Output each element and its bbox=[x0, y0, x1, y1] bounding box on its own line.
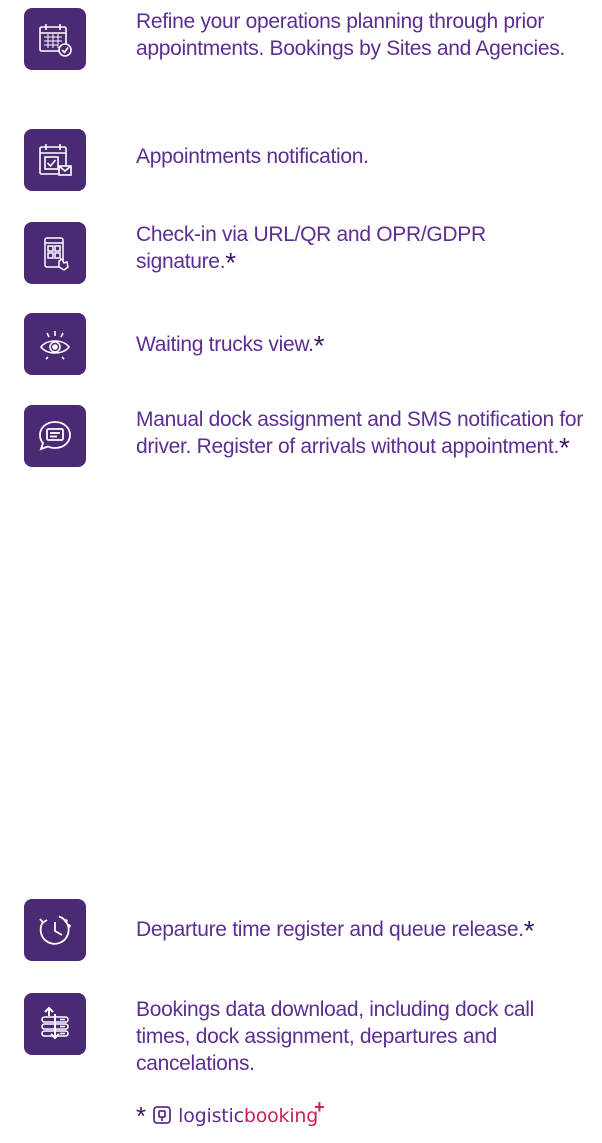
asterisk-mark: * bbox=[225, 247, 236, 278]
feature-text: Manual dock assignment and SMS notificat… bbox=[136, 408, 583, 463]
chat-bubble-icon bbox=[24, 405, 86, 467]
calendar-mail-icon bbox=[24, 129, 86, 191]
clock-refresh-icon bbox=[24, 899, 86, 961]
feature-text: Check-in via URL/QR and OPR/GDPR signatu… bbox=[136, 223, 486, 278]
logistic-booking-logo-icon bbox=[152, 1105, 172, 1127]
asterisk-mark: * bbox=[523, 915, 535, 946]
brand-name-logistic: logistic bbox=[178, 1105, 244, 1127]
data-download-icon bbox=[24, 993, 86, 1055]
asterisk-mark: * bbox=[559, 432, 570, 463]
feature-text: Waiting trucks view.* bbox=[136, 330, 325, 361]
asterisk-mark: * bbox=[313, 330, 325, 361]
feature-text: Bookings data download, including dock c… bbox=[136, 998, 535, 1075]
eye-icon bbox=[24, 313, 86, 375]
phone-qr-icon bbox=[24, 222, 86, 284]
feature-text: Appointments notification. bbox=[136, 145, 369, 168]
feature-text: Departure time register and queue releas… bbox=[136, 915, 535, 946]
brand-name-booking: booking bbox=[243, 1105, 319, 1127]
footer-asterisk: * bbox=[136, 1101, 147, 1131]
feature-text: Refine your operations planning through … bbox=[136, 10, 565, 60]
brand-plus: + bbox=[314, 1097, 325, 1117]
footer-logo: * logisticbooking+ bbox=[136, 1097, 325, 1134]
calendar-check-icon bbox=[24, 8, 86, 70]
